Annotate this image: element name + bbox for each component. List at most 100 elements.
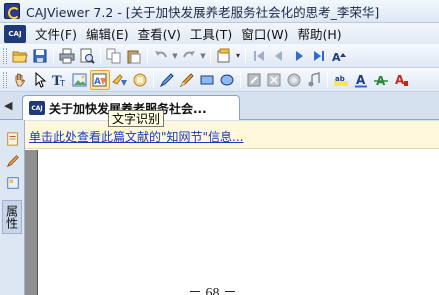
side-panel: 属性	[0, 120, 25, 295]
toolbar-grip[interactable]	[3, 71, 7, 88]
next-page-icon	[296, 50, 303, 61]
menu-tools[interactable]: 工具(T)	[190, 24, 232, 43]
save-icon	[33, 49, 47, 62]
stamp-icon	[287, 73, 301, 86]
page-setup-button[interactable]	[214, 46, 234, 66]
highlight-tool-button[interactable]: ab	[331, 70, 351, 90]
previous-page-button[interactable]	[269, 46, 289, 66]
ellipse-tool-button[interactable]	[217, 70, 237, 90]
strikethrough-icon: A	[374, 74, 388, 88]
svg-text:A: A	[94, 77, 101, 87]
underline-tool-button[interactable]: A	[351, 70, 371, 90]
side-pen-button[interactable]	[3, 152, 22, 170]
highlight-icon: ab	[334, 75, 348, 86]
link-tool-button[interactable]	[244, 70, 264, 90]
attachment-icon	[267, 73, 281, 86]
page-setup-icon	[217, 48, 230, 62]
last-page-button[interactable]	[309, 46, 329, 66]
note-icon	[133, 73, 147, 86]
snapshot-icon	[112, 73, 127, 86]
redo-button[interactable]	[179, 46, 199, 66]
properties-tab[interactable]: 属性	[2, 200, 22, 234]
audio-tool-button[interactable]	[304, 70, 324, 90]
select-text-button[interactable]: TT	[50, 70, 70, 90]
text-recognition-button[interactable]: A	[90, 69, 110, 90]
rectangle-tool-button[interactable]	[197, 70, 217, 90]
window-title: CAJViewer 7.2 - [关于加快发展养老服务社会化的思考_李荣华]	[26, 4, 380, 20]
snapshot-button[interactable]	[110, 70, 130, 90]
select-text-icon: TT	[52, 74, 65, 88]
undo-icon	[155, 50, 167, 57]
menu-view[interactable]: 查看(V)	[138, 24, 181, 43]
svg-text:A: A	[332, 51, 341, 64]
open-folder-icon	[12, 51, 28, 62]
toolbar-overflow-button[interactable]: ▾	[234, 46, 242, 66]
text-color-icon: A	[395, 73, 408, 87]
side-bookmark-button[interactable]	[3, 174, 22, 192]
redo-icon	[183, 50, 195, 57]
menu-bar: CAJ 文件(F) 编辑(E) 查看(V) 工具(T) 窗口(W) 帮助(H)	[0, 23, 439, 44]
bookmark-icon	[6, 177, 19, 189]
hand-tool-button[interactable]	[10, 70, 30, 90]
caj-document-icon: CAJ	[29, 101, 45, 115]
pencil-icon	[179, 72, 194, 87]
font-size-icon: A	[332, 51, 346, 64]
next-page-button[interactable]	[289, 46, 309, 66]
stamp-tool-button[interactable]	[284, 70, 304, 90]
menu-window[interactable]: 窗口(W)	[241, 24, 288, 43]
text-recognition-icon: A	[92, 73, 107, 87]
copy-button[interactable]	[104, 46, 124, 66]
print-preview-icon	[80, 48, 95, 64]
pencil-tool-button[interactable]	[177, 70, 197, 90]
underline-icon: A	[355, 73, 367, 87]
side-notes-button[interactable]	[3, 130, 22, 148]
rectangle-icon	[200, 75, 214, 84]
page-number: － 68 －	[188, 286, 237, 295]
open-folder-button[interactable]	[10, 46, 30, 66]
print-icon	[59, 48, 75, 63]
strikethrough-tool-button[interactable]: A	[371, 70, 391, 90]
paste-button[interactable]	[124, 46, 144, 66]
app-icon	[4, 3, 20, 19]
standard-toolbar: ▼ ▼ ▾ A	[0, 44, 439, 68]
select-tool-button[interactable]	[30, 70, 50, 90]
undo-dropdown[interactable]: ▼	[171, 46, 179, 66]
ellipse-icon	[220, 74, 234, 85]
link-icon	[247, 73, 261, 86]
pen-icon	[159, 72, 174, 87]
font-size-button[interactable]: A	[329, 46, 349, 66]
attachment-tool-button[interactable]	[264, 70, 284, 90]
notes-icon	[6, 132, 18, 146]
print-button[interactable]	[57, 46, 77, 66]
pencil-icon	[6, 155, 19, 168]
menu-file[interactable]: 文件(F)	[35, 24, 77, 43]
music-note-icon	[308, 71, 320, 86]
first-page-button[interactable]	[249, 46, 269, 66]
text-color-tool-button[interactable]: A	[391, 70, 411, 90]
document-area: 单击此处查看此篇文献的"知网节"信息... － 68 －	[25, 121, 439, 295]
menu-help[interactable]: 帮助(H)	[297, 24, 341, 43]
document-page: － 68 －	[37, 150, 439, 295]
tab-scroll-left-icon[interactable]: ◀	[4, 99, 12, 112]
tooltip: 文字识别	[108, 110, 165, 127]
title-bar: CAJViewer 7.2 - [关于加快发展养老服务社会化的思考_李荣华]	[0, 0, 439, 23]
note-tool-button[interactable]	[130, 70, 150, 90]
svg-text:ab: ab	[335, 75, 345, 83]
knowledge-node-link[interactable]: 单击此处查看此篇文献的"知网节"信息...	[29, 128, 243, 145]
toolbar-grip[interactable]	[3, 47, 7, 64]
undo-button[interactable]	[151, 46, 171, 66]
tools-toolbar: TT A ab A A A	[0, 68, 439, 92]
save-button[interactable]	[30, 46, 50, 66]
previous-page-icon	[275, 50, 282, 61]
first-page-icon	[254, 50, 264, 61]
pen-tool-button[interactable]	[157, 70, 177, 90]
svg-text:T: T	[59, 79, 65, 88]
print-preview-button[interactable]	[77, 46, 97, 66]
select-image-button[interactable]	[70, 70, 90, 90]
document-menu-icon[interactable]: CAJ	[4, 24, 26, 43]
svg-text:A: A	[395, 73, 405, 87]
redo-dropdown[interactable]: ▼	[199, 46, 207, 66]
copy-icon	[106, 48, 121, 63]
pointer-icon	[35, 71, 47, 88]
menu-edit[interactable]: 编辑(E)	[86, 24, 129, 43]
